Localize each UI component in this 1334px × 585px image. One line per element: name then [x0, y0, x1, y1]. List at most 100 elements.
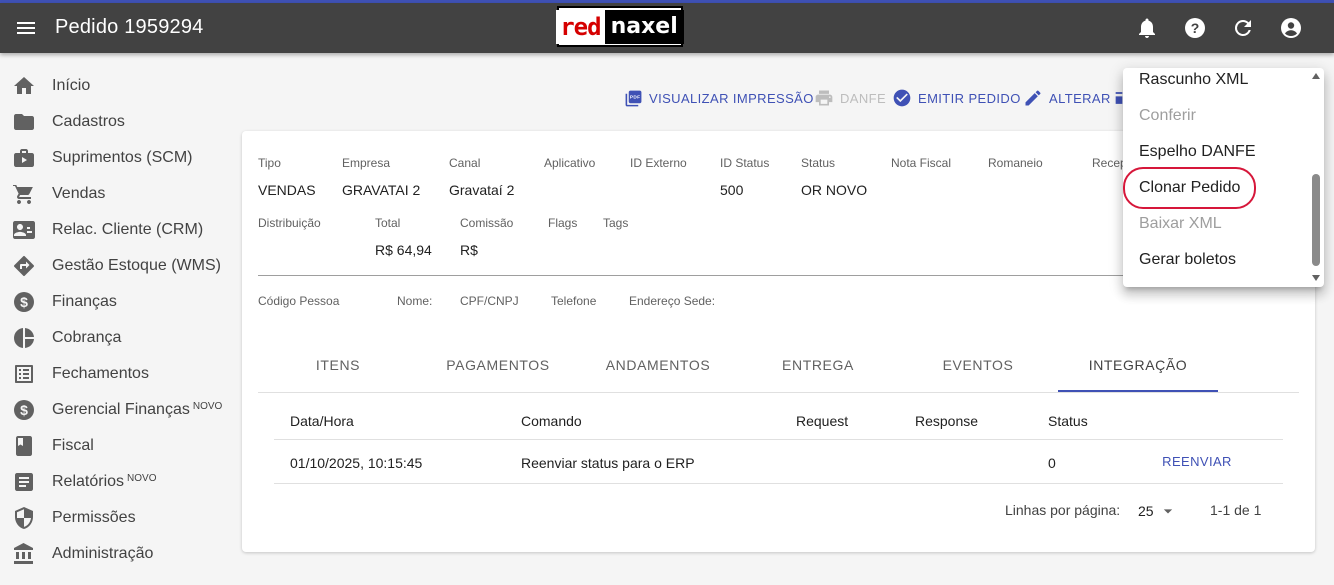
- print-icon: [815, 90, 833, 106]
- dollar-icon: $: [14, 400, 34, 420]
- tab-eventos[interactable]: EVENTOS: [898, 357, 1058, 381]
- sidebar-item-cobranca[interactable]: Cobrança: [0, 320, 232, 356]
- svg-text:$: $: [20, 402, 28, 418]
- label-tipo: Tipo: [258, 156, 281, 170]
- article-icon: [15, 473, 33, 491]
- highlight-ring: [1123, 167, 1256, 209]
- sidebar-item-label: Administração: [52, 545, 154, 562]
- label-tags: Tags: [603, 216, 629, 230]
- rows-per-page-label: Linhas por página:: [1005, 502, 1121, 518]
- book-icon: [16, 436, 32, 456]
- sidebar-item-gerencial-financas[interactable]: $ Gerencial Finanças NOVO: [0, 392, 232, 428]
- label-aplicativo: Aplicativo: [544, 156, 596, 170]
- header-comando: Comando: [521, 413, 582, 429]
- check-circle-icon: [893, 89, 911, 107]
- header-response: Response: [915, 413, 979, 429]
- tab-integracao[interactable]: INTEGRAÇÃO: [1058, 357, 1218, 381]
- emitir-pedido-button[interactable]: EMITIR PEDIDO: [892, 86, 1021, 110]
- label-cpf-cnpj: CPF/CNPJ: [460, 294, 519, 308]
- svg-text:?: ?: [1191, 20, 1200, 36]
- refresh-icon[interactable]: [1231, 16, 1255, 40]
- list-alt-icon: [15, 365, 33, 383]
- menu-item-baixar-xml[interactable]: Baixar XML: [1139, 215, 1222, 233]
- label-status: Status: [801, 156, 836, 170]
- sidebar-item-vendas[interactable]: Vendas: [0, 176, 232, 212]
- label-id-externo: ID Externo: [630, 156, 687, 170]
- menu-item-rascunho-xml[interactable]: Rascunho XML: [1139, 71, 1248, 89]
- sidebar-item-label: Gestão Estoque (WMS): [52, 257, 221, 274]
- app-bar: Pedido 1959294 red naxel ?: [0, 3, 1334, 53]
- sidebar-item-crm[interactable]: Relac. Cliente (CRM): [0, 212, 232, 248]
- cart-icon: [13, 184, 33, 204]
- sidebar-item-inicio[interactable]: Início: [0, 68, 232, 104]
- menu-item-conferir[interactable]: Conferir: [1139, 107, 1196, 125]
- sidebar-item-suprimentos[interactable]: Suprimentos (SCM): [0, 140, 232, 176]
- briefcase-icon: [14, 149, 34, 167]
- pencil-icon: [1025, 90, 1041, 106]
- tab-entrega[interactable]: ENTREGA: [738, 357, 898, 381]
- menu-item-espelho-danfe[interactable]: Espelho DANFE: [1139, 143, 1256, 161]
- value-status: OR NOVO: [801, 182, 868, 198]
- cell-status: 0: [1048, 455, 1056, 471]
- value-comissao: R$: [460, 242, 478, 258]
- label-total: Total: [375, 216, 401, 230]
- reenviar-button[interactable]: REENVIAR: [1150, 454, 1244, 469]
- menu-item-gerar-boletos[interactable]: Gerar boletos: [1139, 251, 1236, 269]
- tab-itens[interactable]: ITENS: [258, 357, 418, 381]
- svg-text:PDF: PDF: [630, 94, 640, 100]
- directions-icon: [13, 255, 35, 277]
- sidebar-item-label: Permissões: [52, 509, 136, 526]
- sidebar-item-label: Finanças: [52, 293, 117, 310]
- label-comissao: Comissão: [460, 216, 514, 230]
- value-canal: Gravataí 2: [449, 182, 515, 198]
- label-empresa: Empresa: [342, 156, 391, 170]
- bank-icon: [14, 543, 33, 564]
- sidebar-item-label: Suprimentos (SCM): [52, 149, 193, 166]
- active-tab-indicator: [1058, 390, 1218, 392]
- sidebar-item-relatorios[interactable]: Relatórios NOVO: [0, 464, 232, 500]
- sidebar-item-label: Fiscal: [52, 437, 94, 454]
- sidebar-item-fiscal[interactable]: Fiscal: [0, 428, 232, 464]
- tab-andamentos[interactable]: ANDAMENTOS: [578, 357, 738, 381]
- sidebar-item-administracao[interactable]: Administração: [0, 536, 232, 572]
- rednaxel-logo: red naxel: [556, 6, 684, 47]
- label-canal: Canal: [449, 156, 481, 170]
- label-romaneio: Romaneio: [988, 156, 1043, 170]
- logo-red-text: red: [556, 9, 605, 44]
- header-request: Request: [796, 413, 849, 429]
- sidebar-item-label: Cobrança: [52, 329, 122, 346]
- sidebar-item-permissoes[interactable]: Permissões: [0, 500, 232, 536]
- sidebar-item-fechamentos[interactable]: Fechamentos: [0, 356, 232, 392]
- bell-icon[interactable]: [1135, 16, 1159, 40]
- page-title: Pedido 1959294: [55, 16, 204, 38]
- cell-comando: Reenviar status para o ERP: [521, 455, 695, 471]
- value-empresa: GRAVATAI 2: [342, 182, 421, 198]
- danfe-button[interactable]: DANFE: [814, 86, 886, 110]
- danfe-label: DANFE: [840, 90, 887, 106]
- value-total: R$ 64,94: [375, 242, 432, 258]
- sidebar-item-financas[interactable]: $ Finanças: [0, 284, 232, 320]
- help-icon[interactable]: ?: [1183, 16, 1207, 40]
- dollar-icon: $: [14, 292, 34, 312]
- visualizar-impressao-button[interactable]: PDF VISUALIZAR IMPRESSÃO: [624, 86, 814, 110]
- menu-scrollbar-thumb[interactable]: [1312, 174, 1320, 266]
- contact-card-icon: [13, 221, 35, 239]
- header-datahora: Data/Hora: [290, 413, 354, 429]
- label-endereco-sede: Endereço Sede:: [629, 294, 716, 308]
- pagination-range: 1-1 de 1: [1210, 502, 1262, 518]
- account-icon[interactable]: [1279, 16, 1303, 40]
- rows-per-page-select[interactable]: 25: [1138, 501, 1178, 521]
- svg-text:$: $: [20, 294, 28, 310]
- sidebar-item-cadastros[interactable]: Cadastros: [0, 104, 232, 140]
- alterar-button[interactable]: ALTERAR: [1023, 86, 1111, 110]
- menu-icon[interactable]: [14, 16, 38, 40]
- home-icon: [14, 77, 34, 94]
- sidebar-item-wms[interactable]: Gestão Estoque (WMS): [0, 248, 232, 284]
- label-id-status: ID Status: [720, 156, 770, 170]
- tab-pagamentos[interactable]: PAGAMENTOS: [418, 357, 578, 381]
- sidebar-item-label: Vendas: [52, 185, 106, 202]
- table-row-divider: [274, 483, 1283, 484]
- header-status: Status: [1048, 413, 1088, 429]
- table-header-divider: [274, 439, 1283, 440]
- sidebar-item-label: Gerencial Finanças NOVO: [52, 401, 223, 418]
